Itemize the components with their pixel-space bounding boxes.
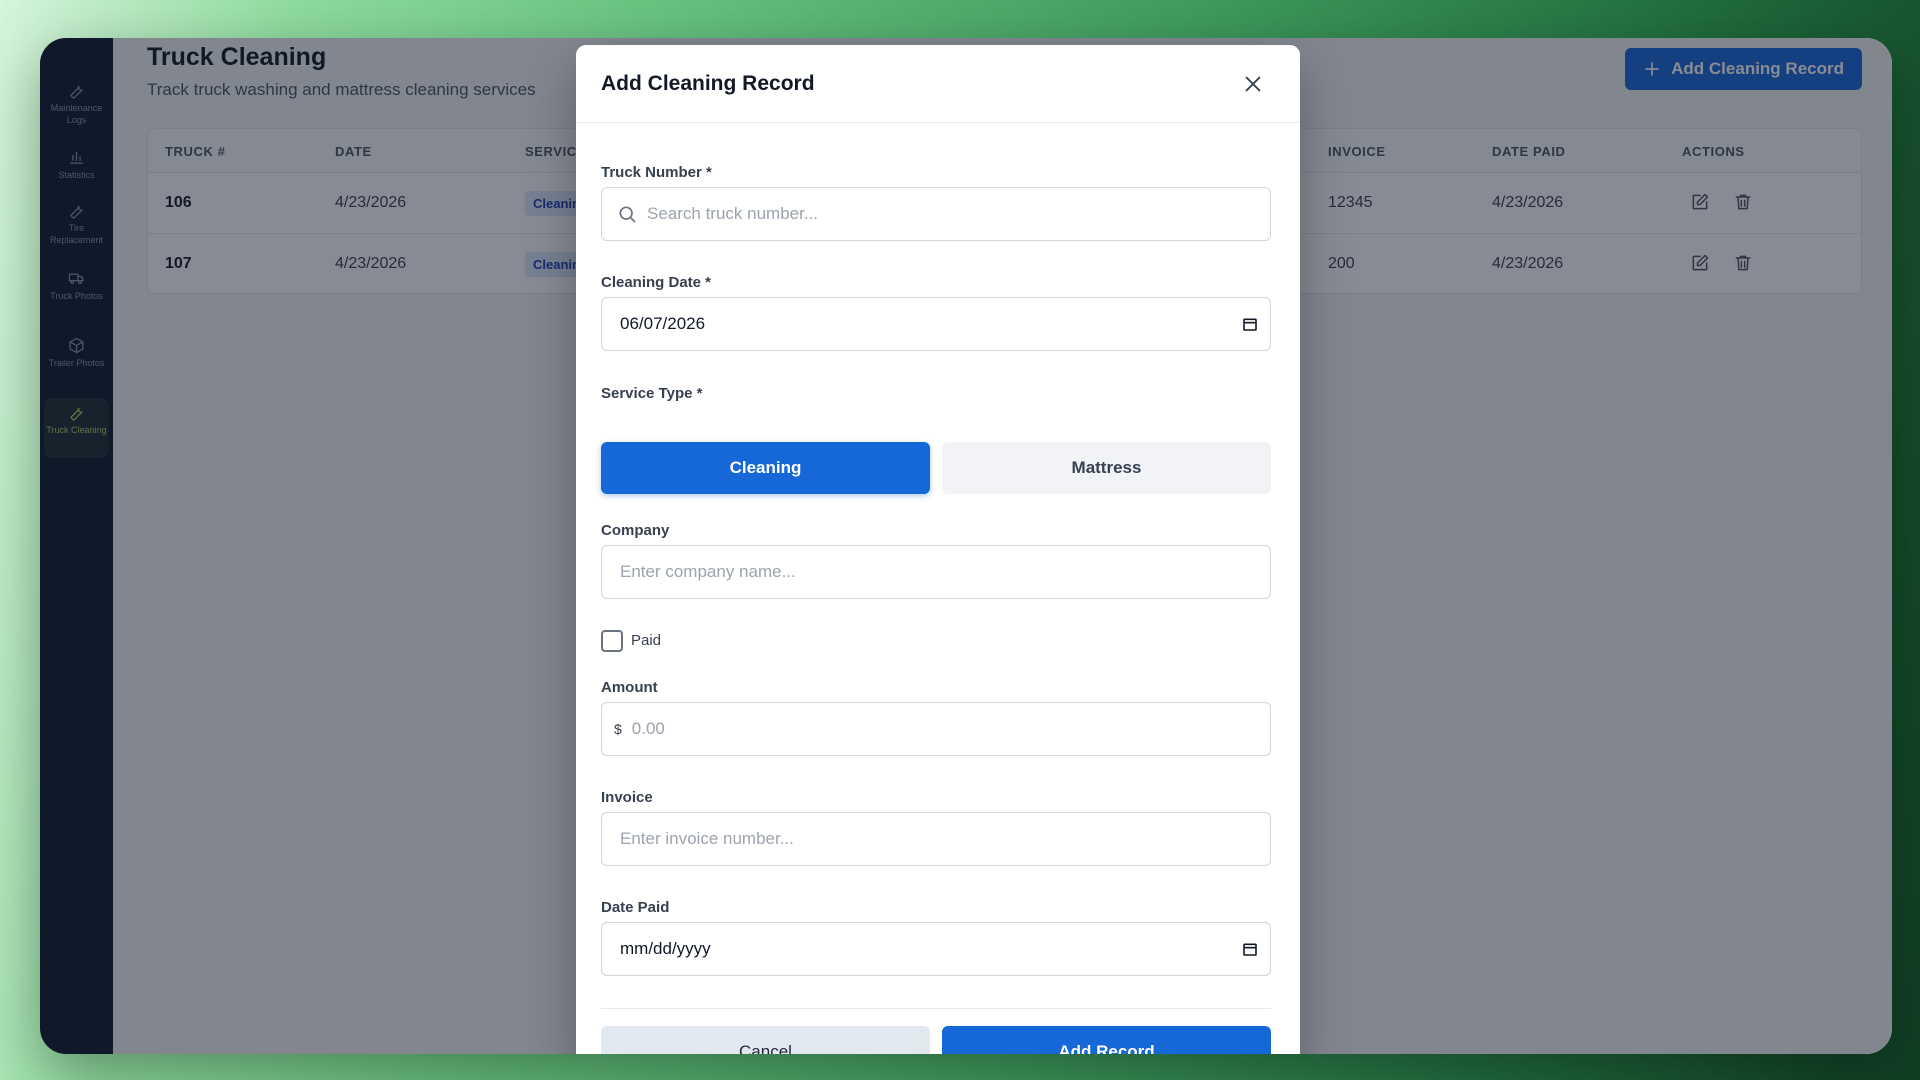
footer-divider [601, 1008, 1271, 1009]
date-paid-input[interactable]: mm/dd/yyyy [601, 922, 1271, 976]
invoice-placeholder: Enter invoice number... [620, 829, 794, 848]
service-type-cleaning-button[interactable]: Cleaning [601, 442, 930, 494]
company-placeholder: Enter company name... [620, 562, 796, 581]
modal-title: Add Cleaning Record [601, 72, 815, 95]
paid-label: Paid [631, 632, 662, 649]
calendar-icon[interactable] [1242, 941, 1258, 957]
amount-placeholder: 0.00 [631, 719, 665, 738]
date-paid-placeholder: mm/dd/yyyy [620, 939, 711, 958]
service-type-mattress-button[interactable]: Mattress [942, 442, 1271, 494]
search-icon [619, 206, 636, 223]
amount-input[interactable]: $ 0.00 [601, 702, 1271, 756]
cleaning-date-input[interactable]: 06/07/2026 [601, 297, 1271, 351]
add-record-button[interactable]: Add Record [942, 1026, 1271, 1054]
calendar-icon[interactable] [1242, 316, 1258, 332]
invoice-label: Invoice [601, 789, 653, 806]
close-icon[interactable] [1242, 73, 1264, 95]
modal-header: Add Cleaning Record [576, 45, 1300, 123]
truck-number-placeholder: Search truck number... [647, 204, 819, 223]
currency-prefix: $ [614, 721, 622, 737]
truck-number-label: Truck Number * [601, 164, 712, 181]
company-input[interactable]: Enter company name... [601, 545, 1271, 599]
cleaning-date-label: Cleaning Date * [601, 274, 712, 291]
service-type-label: Service Type * [601, 385, 703, 402]
add-cleaning-record-modal: Add Cleaning Record Truck Number * Searc… [576, 45, 1300, 1054]
date-paid-label: Date Paid [601, 899, 670, 916]
invoice-input[interactable]: Enter invoice number... [601, 812, 1271, 866]
cancel-button[interactable]: Cancel [601, 1026, 930, 1054]
paid-checkbox[interactable] [601, 630, 623, 652]
app-window: Maintenance Logs Statistics Tire Replace… [40, 38, 1892, 1054]
cleaning-date-value: 06/07/2026 [620, 314, 706, 333]
company-label: Company [601, 522, 670, 539]
truck-number-search-input[interactable]: Search truck number... [601, 187, 1271, 241]
amount-label: Amount [601, 679, 658, 696]
